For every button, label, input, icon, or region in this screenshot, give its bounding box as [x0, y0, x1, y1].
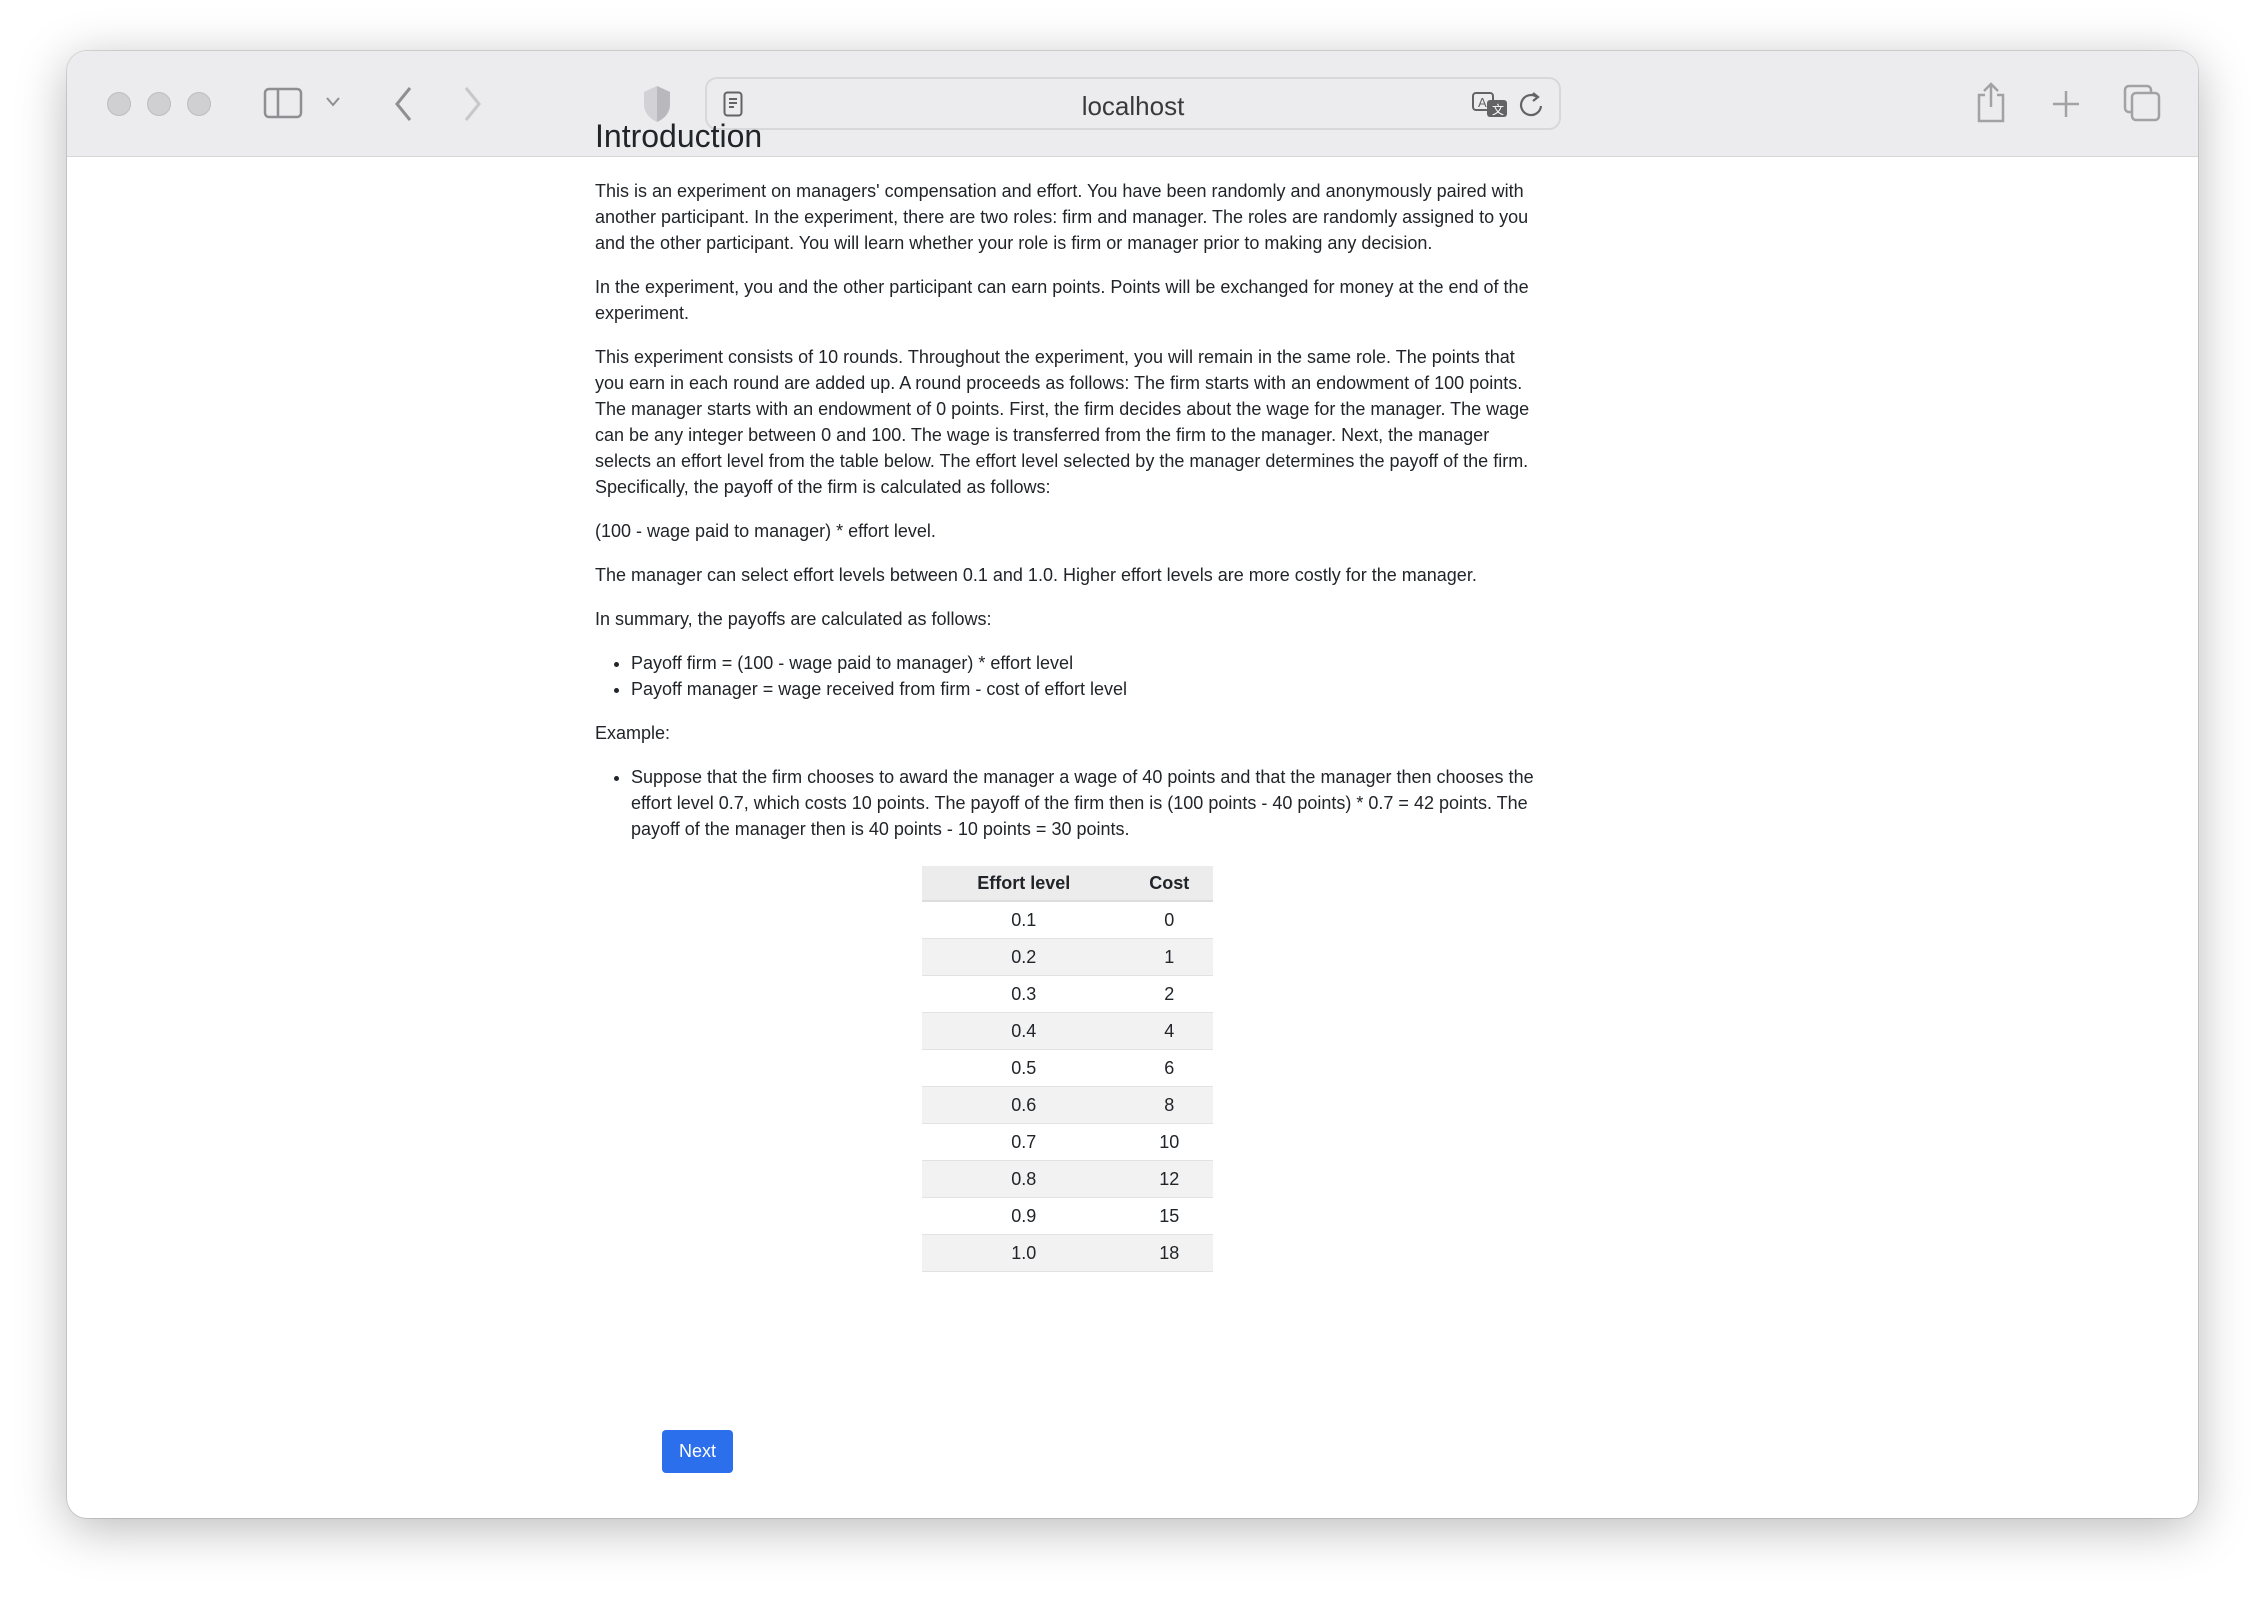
page-content: Introduction This is an experiment on ma…: [595, 116, 1540, 1272]
table-row: 0.4 4: [922, 1012, 1213, 1050]
formula-paragraph: (100 - wage paid to manager) * effort le…: [595, 521, 936, 541]
sidebar-icon[interactable]: [263, 87, 303, 119]
points-paragraph: In the experiment, you and the other par…: [595, 277, 1529, 323]
back-icon[interactable]: [392, 85, 414, 123]
cost-cell: 15: [1125, 1197, 1213, 1235]
reload-icon[interactable]: [1519, 91, 1545, 119]
effort-level-cell: 0.1: [922, 901, 1126, 939]
effort-level-cell: 0.4: [922, 1012, 1126, 1050]
cost-cell: 2: [1125, 975, 1213, 1013]
effort-cost-table: Effort level Cost 0.1 0 0.2 1 0.3 2 0.4 4 0.5 6 0.…: [922, 866, 1213, 1272]
effort-level-cell: 0.8: [922, 1160, 1126, 1198]
effort-level-cell: 0.6: [922, 1086, 1126, 1124]
cost-cell: 10: [1125, 1123, 1213, 1161]
cost-cell: 4: [1125, 1012, 1213, 1050]
table-row: 0.3 2: [922, 975, 1213, 1013]
page-title: Introduction: [595, 118, 763, 154]
effort-level-cell: 0.3: [922, 975, 1126, 1013]
chevron-down-icon[interactable]: [325, 95, 341, 109]
table-row: 0.9 15: [922, 1197, 1213, 1235]
tabs-overview-icon[interactable]: [2123, 84, 2161, 122]
next-button[interactable]: Next: [662, 1430, 733, 1473]
cost-cell: 18: [1125, 1234, 1213, 1272]
table-row: 0.8 12: [922, 1160, 1213, 1198]
cost-cell: 6: [1125, 1049, 1213, 1087]
cost-cell: 12: [1125, 1160, 1213, 1198]
share-icon[interactable]: [1975, 81, 2007, 123]
table-header: Effort level: [922, 866, 1126, 902]
table-row: 0.2 1: [922, 938, 1213, 976]
effort-paragraph: The manager can select effort levels bet…: [595, 565, 1477, 585]
list-item: Suppose that the firm chooses to award t…: [631, 764, 1540, 842]
effort-level-cell: 1.0: [922, 1234, 1126, 1272]
zoom-window-button[interactable]: [187, 92, 211, 116]
summary-list: Payoff firm = (100 - wage paid to manage…: [631, 650, 1540, 702]
close-window-button[interactable]: [107, 92, 131, 116]
cost-cell: 8: [1125, 1086, 1213, 1124]
example-label: Example:: [595, 723, 671, 743]
list-item: Payoff firm = (100 - wage paid to manage…: [631, 650, 1540, 676]
cost-cell: 1: [1125, 938, 1213, 976]
table-row: 0.6 8: [922, 1086, 1213, 1124]
forward-icon[interactable]: [462, 85, 484, 123]
summary-paragraph: In summary, the payoffs are calculated a…: [595, 609, 992, 629]
table-row: 0.1 0: [922, 901, 1213, 939]
list-item: Payoff manager = wage received from firm…: [631, 676, 1540, 702]
table-row: 0.7 10: [922, 1123, 1213, 1161]
svg-text:文: 文: [1492, 102, 1504, 117]
effort-level-cell: 0.5: [922, 1049, 1126, 1087]
intro-paragraph: This is an experiment on managers' compe…: [595, 181, 1529, 253]
effort-level-cell: 0.7: [922, 1123, 1126, 1161]
table-row: 1.0 18: [922, 1234, 1213, 1272]
new-tab-icon[interactable]: [2051, 89, 2081, 119]
minimize-window-button[interactable]: [147, 92, 171, 116]
cost-cell: 0: [1125, 901, 1213, 939]
svg-text:A: A: [1478, 95, 1487, 110]
effort-level-cell: 0.2: [922, 938, 1126, 976]
table-row: 0.5 6: [922, 1049, 1213, 1087]
effort-level-cell: 0.9: [922, 1197, 1126, 1235]
example-list: Suppose that the firm chooses to award t…: [631, 764, 1540, 842]
rounds-paragraph: This experiment consists of 10 rounds. T…: [595, 347, 1530, 497]
table-header: Cost: [1125, 866, 1213, 902]
